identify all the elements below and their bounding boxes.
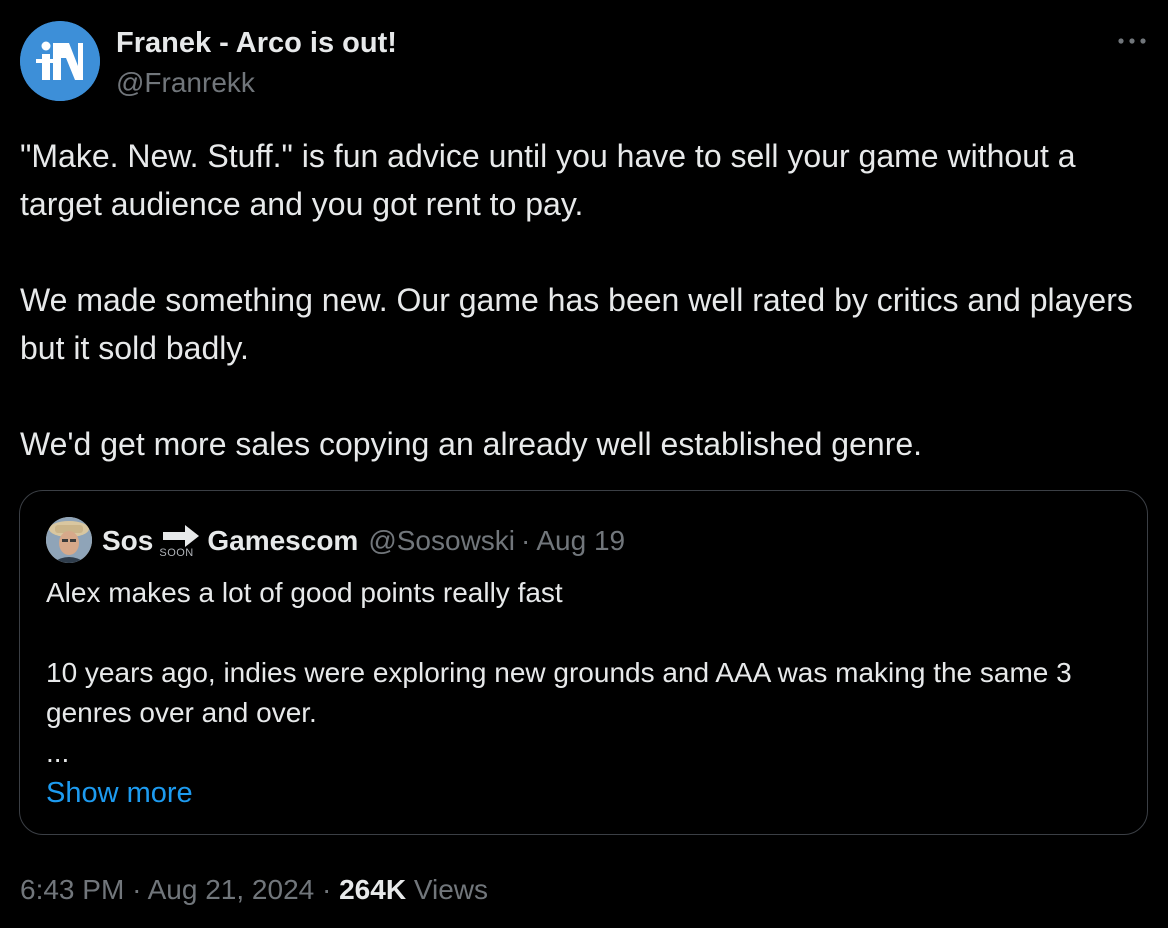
arrow-right-icon xyxy=(163,525,200,547)
tweet-paragraph: We'd get more sales copying an already w… xyxy=(20,426,923,462)
quoted-author-name-part2[interactable]: Gamescom xyxy=(207,525,358,557)
quoted-author-avatar[interactable] xyxy=(46,517,92,563)
quoted-author-handle[interactable]: @Sosowski xyxy=(368,525,515,557)
quoted-date[interactable]: Aug 19 xyxy=(536,525,625,557)
tweet-time[interactable]: 6:43 PM xyxy=(20,874,124,905)
tweet-paragraph: We made something new. Our game has been… xyxy=(20,282,1133,366)
quoted-paragraph: 10 years ago, indies were exploring new … xyxy=(46,657,1072,728)
meta-separator: · xyxy=(322,874,332,905)
more-options-icon xyxy=(1118,38,1146,44)
quoted-tweet-header: Sos SOON Gamescom @Sosowski · Aug 19 xyxy=(102,521,625,561)
quoted-avatar-image xyxy=(46,517,92,563)
quoted-paragraph: Alex makes a lot of good points really f… xyxy=(46,577,563,608)
tweet-meta: 6:43 PM · Aug 21, 2024 · 264K Views xyxy=(20,870,488,910)
tweet-date[interactable]: Aug 21, 2024 xyxy=(148,874,315,905)
quoted-author-name-part1[interactable]: Sos xyxy=(102,525,153,557)
soon-arrow-emoji: SOON xyxy=(159,521,203,561)
tweet-body: "Make. New. Stuff." is fun advice until … xyxy=(20,132,1150,468)
quoted-tweet-body: Alex makes a lot of good points really f… xyxy=(46,573,1106,773)
more-options-button[interactable] xyxy=(1112,26,1152,56)
tweet: Franek - Arco is out! @Franrekk "Make. N… xyxy=(0,0,1168,928)
tweet-paragraph: "Make. New. Stuff." is fun advice until … xyxy=(20,138,1076,222)
views-label: Views xyxy=(413,874,489,905)
quoted-separator: · xyxy=(521,525,531,556)
show-more-link[interactable]: Show more xyxy=(46,773,193,813)
author-display-name[interactable]: Franek - Arco is out! xyxy=(116,26,397,60)
quoted-ellipsis: ... xyxy=(46,737,70,768)
author-logo-icon xyxy=(20,21,100,101)
views-count[interactable]: 264K xyxy=(339,874,406,905)
soon-label: SOON xyxy=(159,547,194,559)
author-handle[interactable]: @Franrekk xyxy=(116,66,255,100)
author-avatar[interactable] xyxy=(20,21,100,101)
meta-separator: · xyxy=(132,874,142,905)
quoted-tweet[interactable]: Sos SOON Gamescom @Sosowski · Aug 19 Ale… xyxy=(19,490,1148,835)
